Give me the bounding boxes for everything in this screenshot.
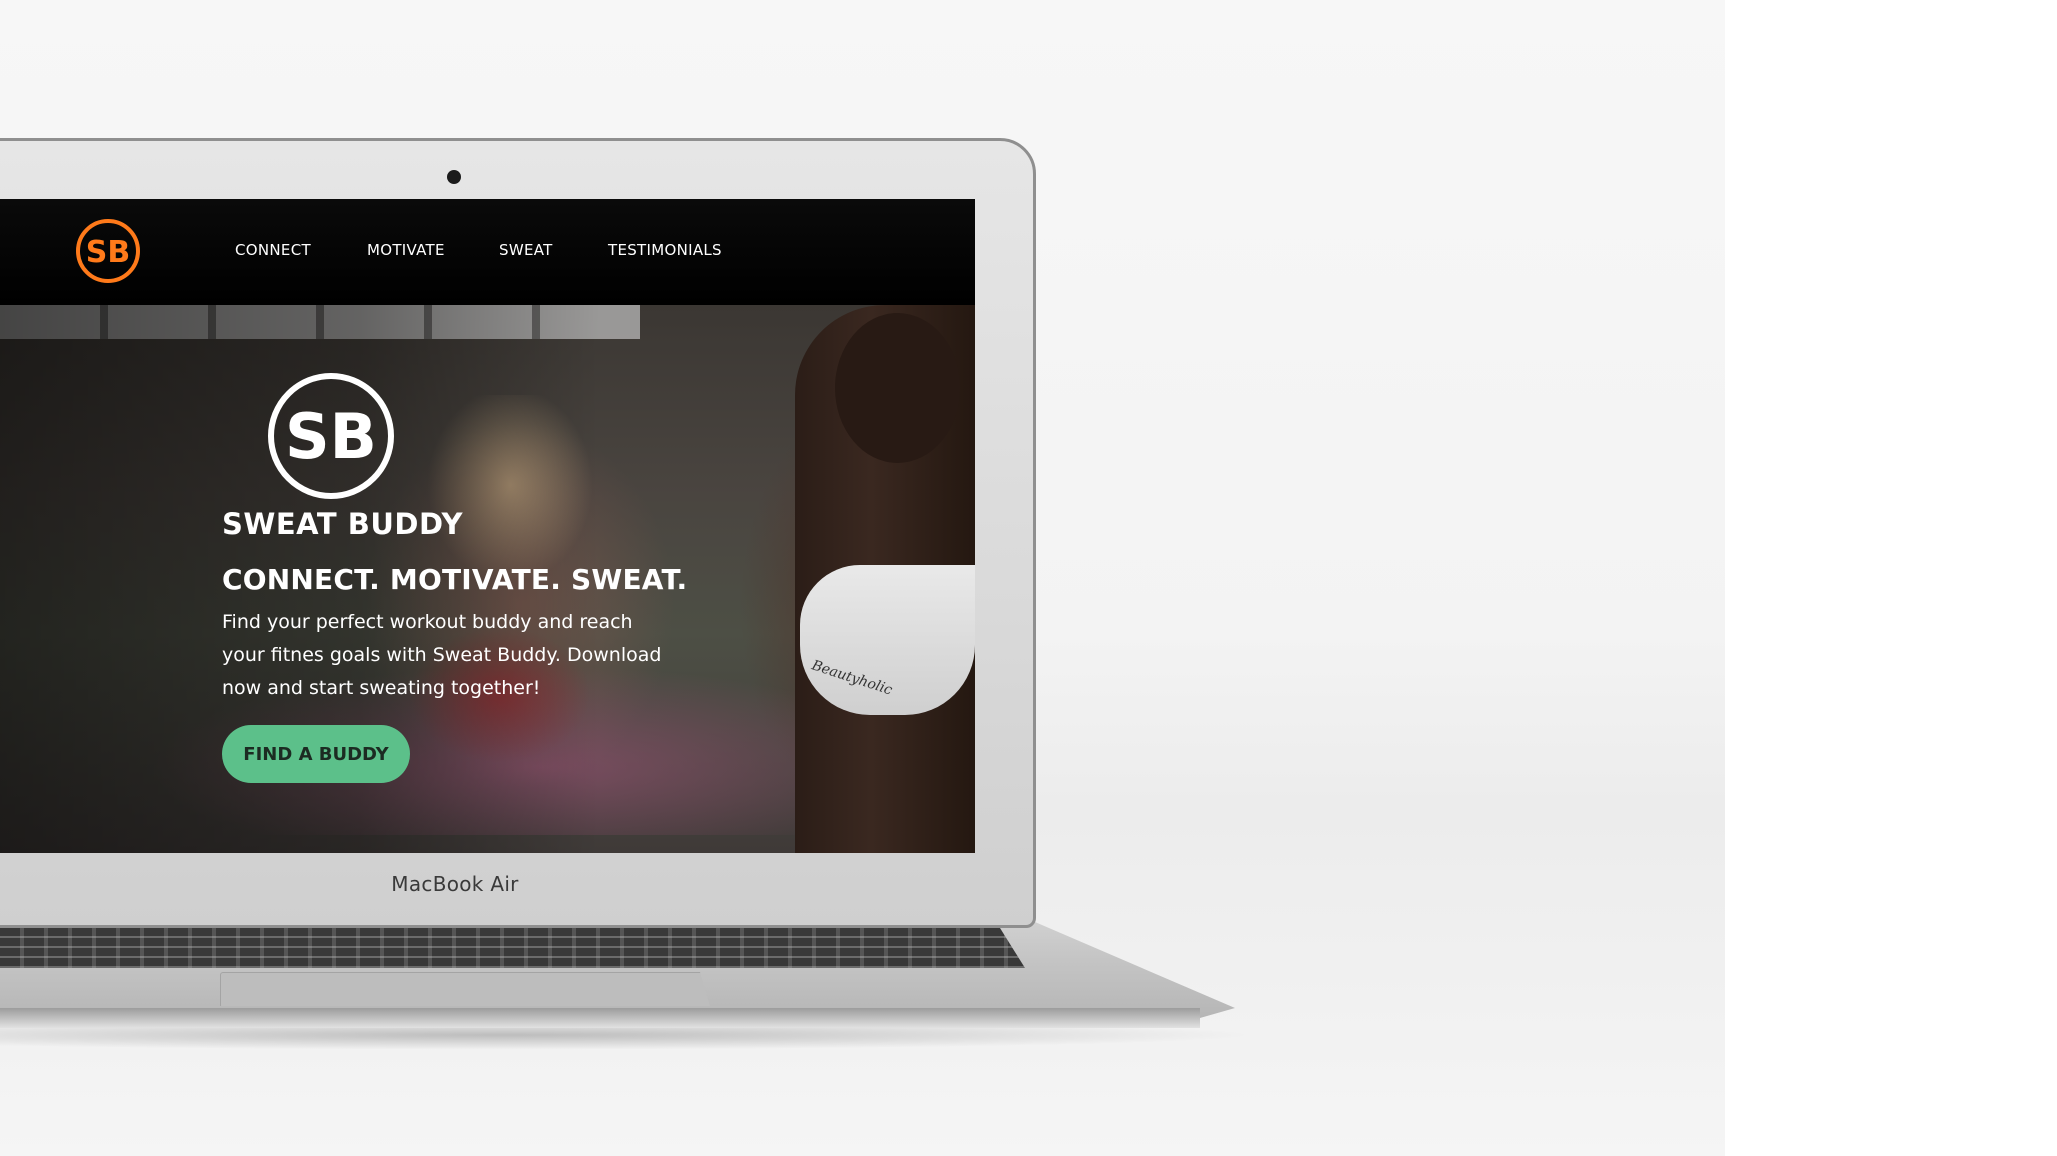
laptop-trackpad: [220, 972, 710, 1006]
sb-monogram-large-icon: SB: [285, 400, 377, 473]
hero-body-text: Find your perfect workout buddy and reac…: [222, 611, 662, 699]
background-panel: [1725, 0, 2057, 1156]
nav-item-testimonials[interactable]: TESTIMONIALS: [608, 241, 722, 259]
nav-item-motivate[interactable]: MOTIVATE: [367, 241, 445, 259]
webcam-icon: [447, 170, 461, 184]
laptop-screen: SB CONNECT MOTIVATE SWEAT TESTIMONIALS B…: [0, 199, 975, 853]
laptop-model-label: MacBook Air: [391, 872, 519, 896]
hero-photo-head: [835, 313, 960, 463]
nav-item-connect[interactable]: CONNECT: [235, 241, 311, 259]
logo-text: SB: [86, 235, 130, 270]
hero-logo-icon: SB: [268, 373, 394, 499]
laptop-base-edge: [0, 1008, 1200, 1028]
hero-tagline: CONNECT. MOTIVATE. SWEAT.: [222, 563, 688, 596]
laptop-keyboard: [0, 928, 1025, 968]
sb-monogram-icon: SB: [86, 235, 130, 270]
find-a-buddy-button[interactable]: FIND A BUDDY: [222, 725, 410, 783]
site-navbar: SB CONNECT MOTIVATE SWEAT TESTIMONIALS: [0, 199, 975, 305]
brand-name: SWEAT BUDDY: [222, 507, 463, 541]
brand-logo-icon[interactable]: SB: [76, 219, 140, 283]
hero-section: Beautyholic SB SWEAT BUDDY CONNECT. MOTI…: [0, 305, 975, 853]
hero-logo-text: SB: [285, 400, 377, 473]
nav-item-sweat[interactable]: SWEAT: [499, 241, 553, 259]
